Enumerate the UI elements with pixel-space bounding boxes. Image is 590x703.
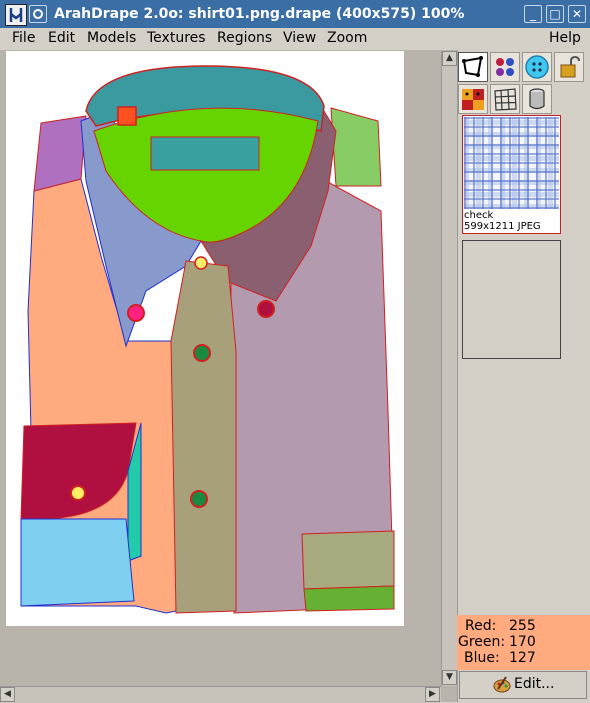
pocket-button [70, 485, 86, 501]
window-title: ArahDrape 2.0o: shirt01.png.drape (400x5… [54, 6, 465, 22]
texture-preview [464, 117, 559, 209]
collar-button [194, 256, 208, 270]
scroll-left-icon[interactable]: ◀ [0, 687, 15, 702]
collar-tag [117, 106, 137, 126]
placket-button-1 [193, 344, 211, 362]
collar-label-region [150, 136, 260, 171]
texture-info: 599x1211 JPEG [464, 221, 541, 232]
masks-icon [462, 89, 484, 110]
button-tool[interactable] [522, 52, 552, 82]
menu-zoom[interactable]: Zoom [327, 30, 367, 46]
lock-icon [560, 55, 580, 78]
menu-textures[interactable]: Textures [147, 30, 206, 46]
red-value: 255 [509, 618, 536, 634]
app-icon[interactable] [5, 4, 27, 26]
title-bar: ArahDrape 2.0o: shirt01.png.drape (400x5… [0, 0, 590, 28]
scroll-down-icon[interactable]: ▼ [442, 670, 457, 685]
close-icon: ✕ [571, 7, 583, 21]
minimize-icon: _ [530, 7, 536, 21]
region-select-tool[interactable] [458, 52, 488, 82]
blue-label: Blue: [464, 650, 500, 666]
mesh-grid-icon [494, 88, 517, 111]
texture-thumbnail-check[interactable]: check 599x1211 JPEG [462, 115, 561, 234]
menu-regions[interactable]: Regions [217, 30, 272, 46]
scroll-up-icon[interactable]: ▲ [442, 51, 457, 66]
menu-file[interactable]: File [12, 30, 35, 46]
edit-color-button[interactable]: Edit... [459, 671, 587, 699]
edit-button-label: Edit... [514, 676, 555, 692]
right-collar-button [257, 300, 275, 318]
horizontal-scrollbar[interactable]: ◀ ▶ [0, 686, 441, 703]
red-label: Red: [465, 618, 497, 634]
color-palette-tool[interactable] [490, 52, 520, 82]
maximize-button[interactable]: □ [546, 5, 564, 23]
menu-view[interactable]: View [283, 30, 316, 46]
right-shoulder-region [330, 107, 382, 187]
mesh-grid-tool[interactable] [490, 84, 520, 114]
lock-tool[interactable] [554, 52, 584, 82]
shirt-drawing[interactable] [6, 51, 404, 626]
region-select-icon [462, 56, 483, 77]
menu-help[interactable]: Help [549, 30, 581, 46]
green-value: 170 [509, 634, 536, 650]
minimize-button[interactable]: _ [524, 5, 542, 23]
texture-slot-empty[interactable] [462, 240, 561, 359]
texture-caption: check 599x1211 JPEG [464, 210, 541, 232]
placket-button-2 [190, 490, 208, 508]
paint-palette-icon [493, 676, 511, 693]
maximize-icon: □ [549, 7, 561, 21]
menu-models[interactable]: Models [87, 30, 136, 46]
green-label: Green: [458, 634, 506, 650]
scroll-right-icon[interactable]: ▶ [425, 687, 440, 702]
close-button[interactable]: ✕ [568, 5, 586, 23]
right-pocket-bottom-region [303, 585, 395, 612]
window-menu-button[interactable] [29, 5, 47, 23]
cylinder-icon [529, 88, 545, 110]
drape-canvas[interactable] [6, 51, 404, 626]
menu-bar: File Edit Models Textures Regions View Z… [0, 28, 590, 51]
blue-value: 127 [509, 650, 536, 666]
pocket-body-region [20, 518, 135, 607]
palette-dots-icon [496, 58, 514, 76]
menu-edit[interactable]: Edit [48, 30, 75, 46]
left-collar-button [127, 304, 145, 322]
left-shoulder-region [33, 115, 87, 192]
right-pocket-region [301, 530, 395, 590]
cylinder-tool[interactable] [522, 84, 552, 114]
masks-tool[interactable] [458, 84, 488, 114]
color-readout: Red: 255 Green: 170 Blue: 127 [457, 615, 590, 670]
button-icon [525, 55, 549, 79]
placket-region [170, 260, 237, 614]
texture-name: check [464, 210, 494, 221]
vertical-scrollbar[interactable]: ▲ ▼ [441, 51, 458, 686]
